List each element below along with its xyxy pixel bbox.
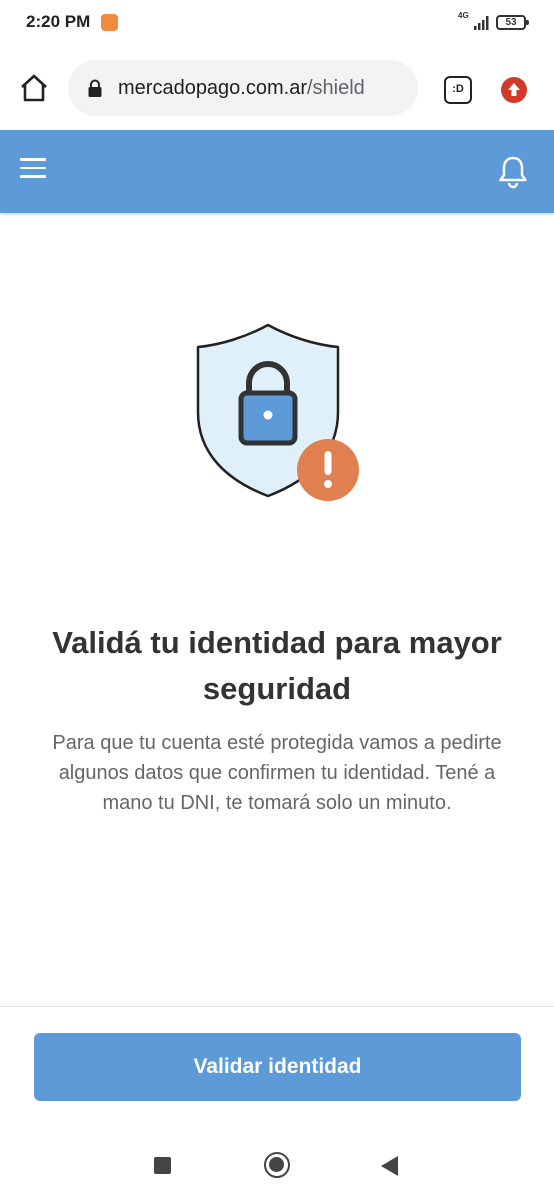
bell-icon[interactable] xyxy=(496,154,530,190)
back-icon[interactable] xyxy=(381,1156,398,1176)
battery-icon: 53 xyxy=(496,15,529,30)
lock-icon xyxy=(88,79,102,97)
network-type: 4G xyxy=(458,11,469,20)
tab-switcher-button[interactable]: :D xyxy=(444,76,472,104)
address-bar[interactable]: mercadopago.com.ar/shield xyxy=(68,60,418,116)
signal-icon: 4G xyxy=(458,11,490,32)
url-domain: mercadopago.com.ar xyxy=(118,77,307,99)
notification-app-icon xyxy=(101,14,118,31)
page-description: Para que tu cuenta esté protegida vamos … xyxy=(52,732,502,814)
validate-identity-button[interactable]: Validar identidad xyxy=(34,1033,521,1101)
update-icon[interactable] xyxy=(501,77,527,103)
app-header xyxy=(0,130,554,213)
url-path: /shield xyxy=(306,77,365,99)
shield-lock-warning-icon xyxy=(188,318,368,508)
home-circle-icon[interactable] xyxy=(264,1152,290,1178)
battery-level: 53 xyxy=(505,17,517,28)
browser-toolbar: mercadopago.com.ar/shield :D xyxy=(0,48,554,130)
url-text: mercadopago.com.ar/shield xyxy=(118,77,365,100)
home-icon[interactable] xyxy=(18,72,50,104)
footer: Validar identidad xyxy=(0,1006,554,1134)
status-time: 2:20 PM xyxy=(26,12,91,31)
page-title: Validá tu identidad para mayor seguridad xyxy=(52,625,502,706)
hamburger-menu-icon[interactable] xyxy=(20,158,50,184)
system-nav-bar xyxy=(0,1134,554,1200)
status-bar: 2:20 PM 4G 53 xyxy=(0,0,554,48)
recents-icon[interactable] xyxy=(154,1157,171,1174)
